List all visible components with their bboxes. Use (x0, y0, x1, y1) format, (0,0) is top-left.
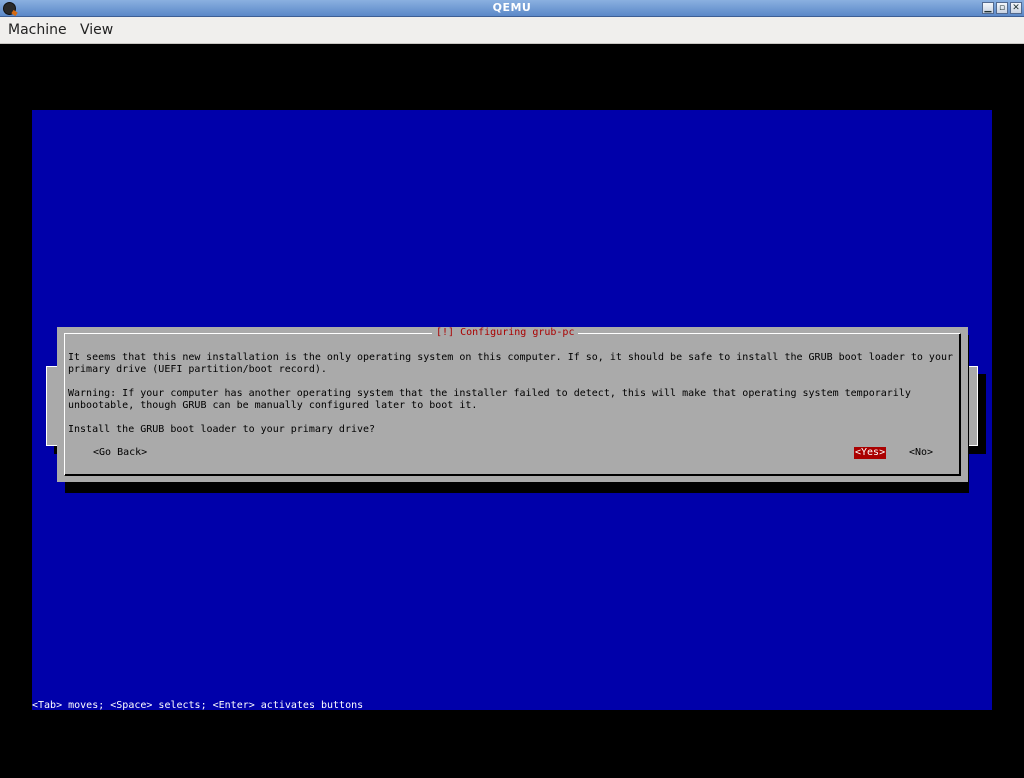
dialog-text-line: It seems that this new installation is t… (68, 352, 954, 363)
window-title: QEMU (492, 1, 532, 14)
dialog-question: Install the GRUB boot loader to your pri… (68, 424, 376, 435)
window-titlebar[interactable]: QEMU ▁ ▫ ✕ (0, 0, 1024, 17)
keyboard-help-line: <Tab> moves; <Space> selects; <Enter> ac… (32, 700, 364, 711)
go-back-button[interactable]: <Go Back> (93, 447, 147, 459)
close-icon[interactable]: ✕ (1010, 2, 1022, 14)
menubar: Machine View (0, 17, 1024, 44)
menu-machine[interactable]: Machine (8, 22, 67, 38)
no-button[interactable]: <No> (909, 447, 933, 459)
dialog-text-line: primary drive (UEFI partition/boot recor… (68, 364, 327, 375)
dialog-warning-line: Warning: If your computer has another op… (68, 388, 911, 399)
minimize-icon[interactable]: ▁ (982, 2, 994, 14)
dialog-warning-line: unbootable, though GRUB can be manually … (68, 400, 478, 411)
vm-screen[interactable]: [!] Configuring grub-pc It seems that th… (32, 110, 992, 711)
grub-install-dialog: [!] Configuring grub-pc It seems that th… (57, 327, 968, 482)
menu-view[interactable]: View (80, 22, 113, 38)
dialog-title: [!] Configuring grub-pc (432, 327, 579, 339)
yes-button[interactable]: <Yes> (854, 447, 887, 459)
maximize-icon[interactable]: ▫ (996, 2, 1008, 14)
